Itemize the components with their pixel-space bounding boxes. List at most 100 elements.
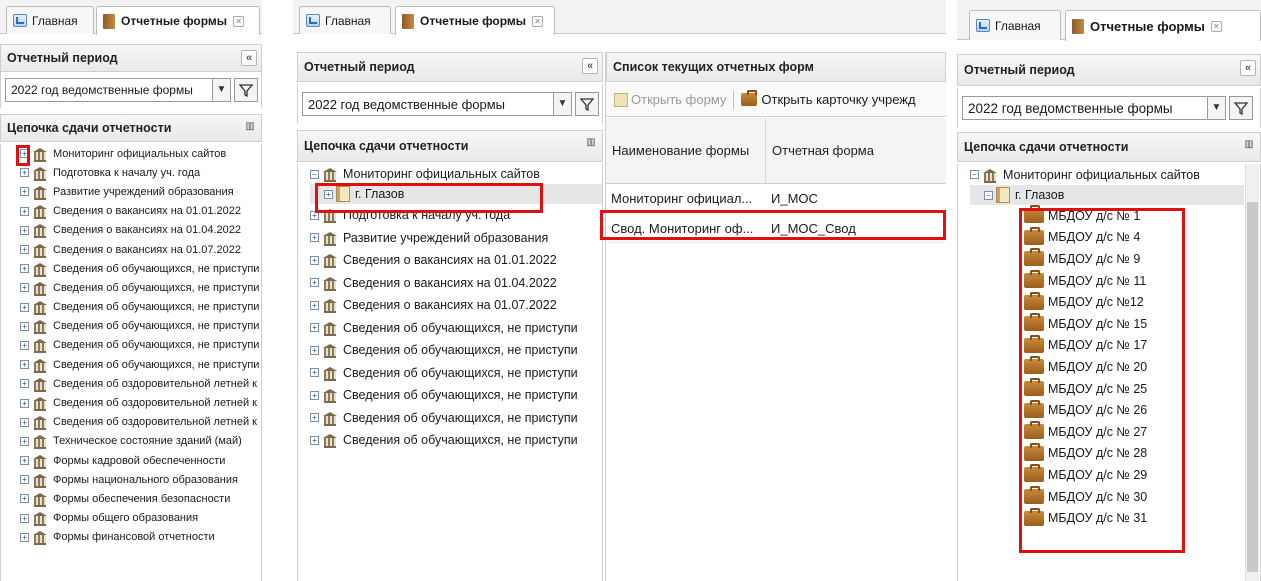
expand-toggle-icon[interactable]: + [310, 368, 319, 378]
expand-toggle-icon[interactable]: + [20, 379, 29, 389]
chevron-down-icon[interactable]: ▼ [1207, 97, 1225, 119]
tree-node[interactable]: МБДОУ д/с № 30 [970, 486, 1244, 508]
expand-toggle-icon[interactable]: + [20, 245, 29, 255]
grid-cell-form[interactable]: И_МОС_Свод [766, 214, 946, 243]
grid-cell-name[interactable]: Мониторинг официал... [606, 184, 766, 213]
binoculars-icon[interactable]: ▥ [1242, 139, 1256, 153]
tree-node[interactable]: МБДОУ д/с № 17 [970, 334, 1244, 357]
expand-toggle-icon[interactable]: + [20, 494, 29, 504]
tree-node[interactable]: + Подготовка к началу уч. года [20, 163, 261, 182]
close-icon[interactable]: ✕ [1210, 20, 1222, 32]
tree-node[interactable]: + Сведения об обучающихся, не приступи [310, 317, 602, 340]
tree-node[interactable]: + Формы финансовой отчетности [20, 528, 261, 547]
collapse-icon[interactable]: « [241, 50, 257, 66]
expand-toggle-icon[interactable]: + [20, 360, 29, 370]
tree-node[interactable]: + Сведения о вакансиях на 01.04.2022 [20, 221, 261, 240]
tree-node[interactable]: + Сведения об обучающихся, не приступи [310, 407, 602, 430]
tree-node[interactable]: МБДОУ д/с № 1 [970, 205, 1244, 227]
tree-node[interactable]: МБДОУ д/с № 26 [970, 399, 1244, 421]
tree-node[interactable]: + Сведения об обучающихся, не приступи [20, 355, 261, 374]
expand-toggle-icon[interactable]: + [20, 168, 29, 178]
tab-forms-3[interactable]: Отчетные формы ✕ [1065, 10, 1261, 41]
open-form-button[interactable]: Открыть форму [614, 92, 726, 107]
tree-node[interactable]: МБДОУ д/с № 15 [970, 313, 1244, 335]
tree-scrollbar[interactable] [1245, 164, 1259, 581]
tree-node[interactable]: + Формы национального образования [20, 470, 261, 489]
expand-toggle-icon[interactable]: + [20, 475, 29, 485]
tree-node[interactable]: + Формы общего образования [20, 509, 261, 528]
tree-node[interactable]: МБДОУ д/с № 9 [970, 248, 1244, 270]
tree-node[interactable]: + Сведения об обучающихся, не приступи [310, 384, 602, 407]
tree-node[interactable]: МБДОУ д/с № 28 [970, 442, 1244, 465]
expand-toggle-icon[interactable]: + [20, 398, 29, 408]
tree-node[interactable]: + Формы кадровой обеспеченности [20, 451, 261, 470]
expand-toggle-icon[interactable]: + [20, 264, 29, 274]
grid-cell-form[interactable]: И_МОС [766, 184, 946, 213]
expand-toggle-icon[interactable]: + [20, 225, 29, 235]
tree-node[interactable]: + Сведения об обучающихся, не приступи [310, 339, 602, 362]
chevron-down-icon[interactable]: ▼ [553, 93, 571, 115]
period-select-3[interactable]: 2022 год ведомственные формы ▼ [962, 96, 1226, 120]
chevron-down-icon[interactable]: ▼ [212, 79, 230, 101]
tree-node[interactable]: + Сведения об обучающихся, не приступи [20, 298, 261, 317]
tree-node[interactable]: + Сведения об обучающихся, не приступи [310, 362, 602, 385]
collapse-icon[interactable]: « [582, 58, 598, 74]
open-card-button[interactable]: Открыть карточку учрежд [741, 90, 916, 107]
tree-node[interactable]: МБДОУ д/с № 4 [970, 226, 1244, 249]
expand-toggle-icon[interactable]: + [310, 323, 319, 333]
expand-toggle-icon[interactable]: + [20, 513, 29, 523]
expand-toggle-icon[interactable]: + [20, 532, 29, 542]
expand-toggle-icon[interactable]: + [324, 189, 333, 199]
grid-cell-name[interactable]: Свод. Мониторинг оф... [606, 214, 766, 243]
tree-node[interactable]: + Сведения об обучающихся, не приступи [20, 336, 261, 355]
tree-node[interactable]: + Развитие учреждений образования [20, 182, 261, 201]
tree-node[interactable]: + Сведения об оздоровительной летней к [20, 374, 261, 393]
tree-node[interactable]: МБДОУ д/с № 29 [970, 464, 1244, 486]
tree-node[interactable]: + Сведения о вакансиях на 01.07.2022 [310, 294, 602, 317]
tree-node[interactable]: МБДОУ д/с № 31 [970, 507, 1244, 529]
expand-toggle-icon[interactable]: + [310, 300, 319, 310]
tree-node[interactable]: + Сведения об обучающихся, не приступи [20, 317, 261, 336]
expand-toggle-icon[interactable]: + [20, 206, 29, 216]
tree-node[interactable]: + Сведения об оздоровительной летней к [20, 413, 261, 432]
period-select-2[interactable]: 2022 год ведомственные формы ▼ [302, 92, 572, 116]
binoculars-icon[interactable]: ▥ [243, 121, 257, 135]
tree-node[interactable]: МБДОУ д/с № 25 [970, 378, 1244, 400]
col-header-form[interactable]: Отчетная форма [766, 118, 946, 184]
expand-toggle-icon[interactable]: + [20, 187, 29, 197]
tree-node[interactable]: + Техническое состояние зданий (май) [20, 432, 261, 451]
expand-toggle-icon[interactable]: − [970, 170, 979, 179]
tree-node[interactable]: + Сведения о вакансиях на 01.07.2022 [20, 240, 261, 259]
expand-toggle-icon[interactable]: − [310, 169, 319, 179]
expand-toggle-icon[interactable]: + [20, 340, 29, 350]
expand-toggle-icon[interactable]: + [20, 417, 29, 427]
tree-node[interactable]: + Сведения об обучающихся, не приступи [20, 259, 261, 278]
expand-toggle-icon[interactable]: + [310, 435, 319, 445]
expand-toggle-icon[interactable]: + [310, 233, 319, 243]
tree-node[interactable]: МБДОУ д/с №12 [970, 291, 1244, 313]
tree-node[interactable]: + Сведения об обучающихся, не приступи [20, 278, 261, 297]
tree-node[interactable]: МБДОУ д/с № 27 [970, 421, 1244, 443]
tree-node[interactable]: + Сведения о вакансиях на 01.04.2022 [310, 272, 602, 295]
expand-toggle-icon[interactable]: + [310, 210, 319, 220]
tree-node[interactable]: МБДОУ д/с № 20 [970, 356, 1244, 378]
scroll-thumb[interactable] [1247, 202, 1258, 572]
expand-toggle-icon[interactable]: + [20, 149, 29, 159]
tree-node[interactable]: + г. Глазов [310, 184, 602, 204]
col-header-name[interactable]: Наименование формы [606, 118, 766, 184]
tree-node[interactable]: + Сведения об обучающихся, не приступи [310, 429, 602, 452]
expand-toggle-icon[interactable]: + [310, 345, 319, 355]
tree-node[interactable]: − Мониторинг официальных сайтов [310, 164, 602, 184]
expand-toggle-icon[interactable]: + [20, 283, 29, 293]
collapse-icon[interactable]: « [1240, 60, 1256, 76]
expand-toggle-icon[interactable]: + [310, 390, 319, 400]
period-select[interactable]: 2022 год ведомственные формы ▼ [5, 78, 231, 102]
binoculars-icon[interactable]: ▥ [584, 137, 598, 151]
expand-toggle-icon[interactable]: + [20, 436, 29, 446]
expand-toggle-icon[interactable]: + [310, 255, 319, 265]
tree-node[interactable]: − г. Глазов [970, 185, 1244, 205]
close-icon[interactable]: ✕ [233, 15, 245, 27]
filter-button-2[interactable] [575, 92, 599, 116]
filter-button[interactable] [234, 78, 258, 102]
expand-toggle-icon[interactable]: + [310, 278, 319, 288]
